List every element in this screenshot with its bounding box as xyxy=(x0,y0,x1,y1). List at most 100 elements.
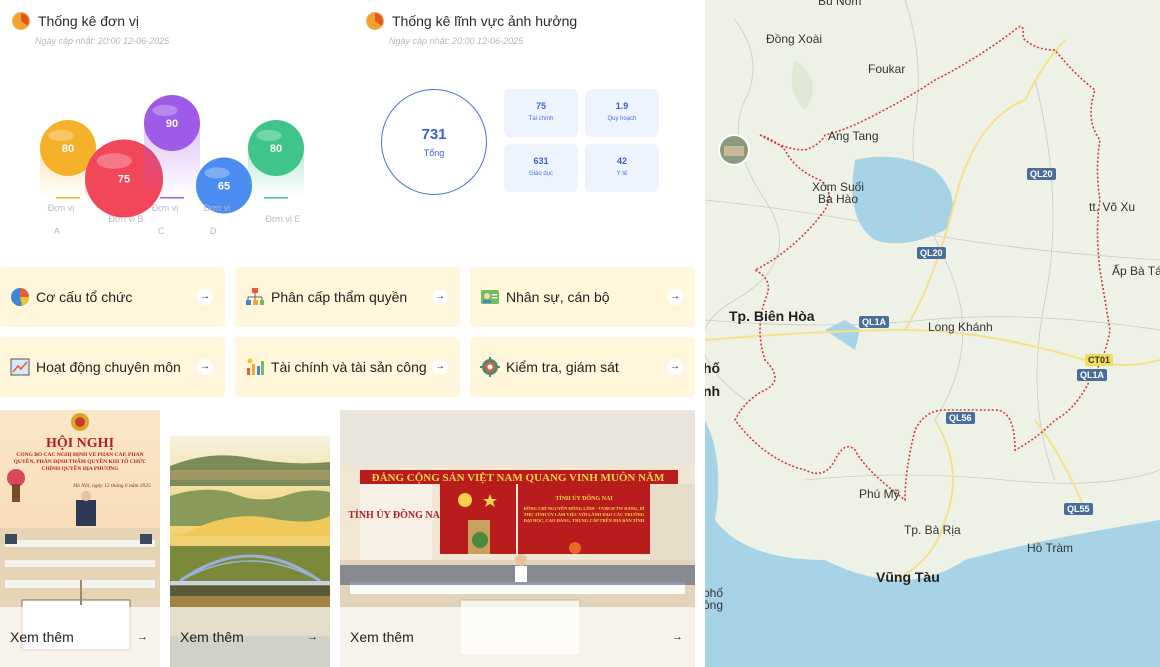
field-stat-box: 42 Y tế xyxy=(585,144,659,192)
arrow-right-icon: → xyxy=(197,289,213,305)
field-stat-label: Tài chính xyxy=(528,116,554,122)
chart-data-label: 75 xyxy=(118,174,130,186)
place-label: Hồ Tràm xyxy=(1027,541,1074,555)
place-label: Phú Mỹ xyxy=(859,487,900,501)
banner-date: Hà Nội, ngày 12 tháng 6 năm 2025 xyxy=(72,483,151,489)
chart-baseline-mark xyxy=(264,197,288,199)
unit-stats-updated: Ngày cập nhật: 20:00 12-06-2025 xyxy=(35,36,170,46)
finance-chart-icon xyxy=(245,357,265,377)
pie-chart-icon xyxy=(10,287,30,307)
city-label: nh xyxy=(705,383,721,399)
arrow-right-icon: → xyxy=(307,631,318,643)
right-banner-title: TỈNH ỦY ĐỒNG NAI xyxy=(555,494,613,502)
read-more-label: Xem thêm xyxy=(10,629,74,645)
field-stats-updated: Ngày cập nhật: 20:00 12-06-2025 xyxy=(389,36,524,46)
place-label: tt. Võ Xu xyxy=(1089,200,1136,214)
chart-category-label: Đơn vị E xyxy=(266,214,301,224)
field-stat-value: 631 xyxy=(533,156,549,166)
line-chart-icon xyxy=(10,357,30,377)
unit-stats-panel: Thống kê đơn vị Ngày cập nhật: 20:00 12-… xyxy=(0,0,350,260)
menu-operations-button[interactable]: Hoạt động chuyên môn → xyxy=(0,337,225,397)
field-stat-box: 75 Tài chính xyxy=(504,89,578,137)
field-stat-label: Giáo dục xyxy=(528,171,553,177)
news-card-conference[interactable]: HỘI NGHỊ CÔNG BỐ CÁC NGHỊ ĐỊNH VỀ PHÂN C… xyxy=(0,410,160,667)
road-shield: QL56 xyxy=(946,412,975,424)
bubble-highlight xyxy=(96,153,132,169)
field-total-label: Tổng xyxy=(423,148,445,158)
menu-inspection-button[interactable]: Kiểm tra, giám sát → xyxy=(470,337,695,397)
arrow-right-icon: → xyxy=(432,359,448,375)
road-shield: QL20 xyxy=(1027,168,1056,180)
org-hierarchy-icon xyxy=(245,287,265,307)
bubble-highlight xyxy=(204,167,230,179)
unit-bubble-chart: 80 Đơn vị A 75 Đơn vị B 90 Đơn vị C 65 Đơn vị D 80 Đ… xyxy=(40,95,304,236)
chart-data-label: 65 xyxy=(218,181,230,193)
field-stat-box: 631 Giáo dục xyxy=(504,144,578,192)
field-stat-box: 1.9 Quy hoạch xyxy=(585,89,659,137)
field-total-value: 731 xyxy=(421,126,447,143)
bubble-highlight xyxy=(48,129,74,141)
menu-label: Tài chính và tài sản công xyxy=(271,359,427,375)
chart-baseline-mark xyxy=(56,197,80,199)
staff-card-icon xyxy=(480,287,500,307)
banner-title: HỘI NGHỊ xyxy=(46,434,114,451)
pie-chart-icon xyxy=(12,12,30,30)
province-map[interactable]: Bù Nốm Đồng Xoài Foukar Ang Tang Xóm Suố… xyxy=(705,0,1160,667)
field-stat-label: Quy hoạch xyxy=(607,116,637,122)
read-more-bar[interactable]: Xem thêm → xyxy=(340,607,695,667)
unit-stats-title: Thống kê đơn vị xyxy=(38,13,140,29)
menu-finance-button[interactable]: Tài chính và tài sản công → xyxy=(235,337,460,397)
unit-stats-header: Thống kê đơn vị xyxy=(12,12,139,30)
road-shield: CT01 xyxy=(1085,354,1114,366)
menu-org-structure-button[interactable]: Cơ cấu tổ chức → xyxy=(0,267,225,327)
road-shield: QL1A xyxy=(859,316,890,328)
field-stats-header: Thống kê lĩnh vực ảnh hưởng xyxy=(366,12,577,30)
place-label: Ấp Bà Tá xyxy=(1112,264,1160,278)
chart-data-label: 80 xyxy=(270,143,282,155)
city-label: Vũng Tàu xyxy=(876,569,940,585)
menu-authority-button[interactable]: Phân cấp thẩm quyền → xyxy=(235,267,460,327)
place-label: Bù Nốm xyxy=(818,0,862,8)
party-slogan: ĐẢNG CỘNG SẢN VIỆT NAM QUANG VINH MUÔN N… xyxy=(372,471,665,484)
chart-category-label: D xyxy=(210,226,217,236)
city-label: Tp. Biên Hòa xyxy=(729,308,815,324)
menu-label: Phân cấp thẩm quyền xyxy=(271,289,408,305)
road-shield: QL55 xyxy=(1064,503,1093,515)
news-card-bridge[interactable]: Xem thêm → xyxy=(170,436,330,667)
place-label: Long Khánh xyxy=(928,320,993,334)
banner-subtitle: CÔNG BỐ CÁC NGHỊ ĐỊNH VỀ PHÂN CẤP, PHÂN … xyxy=(13,452,147,472)
city-label: hố xyxy=(705,360,721,376)
chart-data-label: 80 xyxy=(62,143,74,155)
road-shield: QL1A xyxy=(1077,369,1108,381)
field-stat-label: Y tế xyxy=(616,171,628,177)
arrow-right-icon: → xyxy=(432,289,448,305)
inspection-gear-icon xyxy=(480,357,500,377)
bubble-highlight xyxy=(152,104,178,116)
field-total-ring: 731 Tổng xyxy=(381,89,487,195)
place-label: Foukar xyxy=(868,62,906,76)
menu-personnel-button[interactable]: Nhân sự, cán bộ → xyxy=(470,267,695,327)
menu-label: Hoạt động chuyên môn xyxy=(36,359,181,375)
arrow-right-icon: → xyxy=(197,359,213,375)
arrow-right-icon: → xyxy=(667,289,683,305)
chart-category-label: Đơn vị xyxy=(204,203,230,213)
field-stat-value: 1.9 xyxy=(615,101,629,111)
menu-label: Cơ cấu tổ chức xyxy=(36,289,133,305)
chart-category-label: Đơn vị B xyxy=(109,214,144,224)
bubble-highlight xyxy=(256,129,282,141)
news-card-meeting[interactable]: ĐẢNG CỘNG SẢN VIỆT NAM QUANG VINH MUÔN N… xyxy=(340,410,695,667)
road-shield: QL20 xyxy=(917,247,946,259)
field-stat-value: 75 xyxy=(535,101,546,111)
place-label: ồng xyxy=(705,598,724,612)
read-more-bar[interactable]: Xem thêm → xyxy=(0,607,160,667)
chart-category-label: C xyxy=(158,226,165,236)
right-banner-subtitle: ĐỒNG CHÍ NGUYỄN HỒNG LĨNH - UVBCH TW ĐẢN… xyxy=(523,506,645,523)
chart-data-label: 90 xyxy=(166,118,178,130)
chart-category-label: Đơn vị xyxy=(152,203,178,213)
read-more-label: Xem thêm xyxy=(180,629,244,645)
dashboard: Thống kê đơn vị Ngày cập nhật: 20:00 12-… xyxy=(0,0,1160,667)
place-label: Bà Hào xyxy=(818,192,859,206)
read-more-bar[interactable]: Xem thêm → xyxy=(170,607,330,667)
field-stats-title: Thống kê lĩnh vực ảnh hưởng xyxy=(392,13,578,29)
chart-baseline-mark xyxy=(160,197,184,199)
